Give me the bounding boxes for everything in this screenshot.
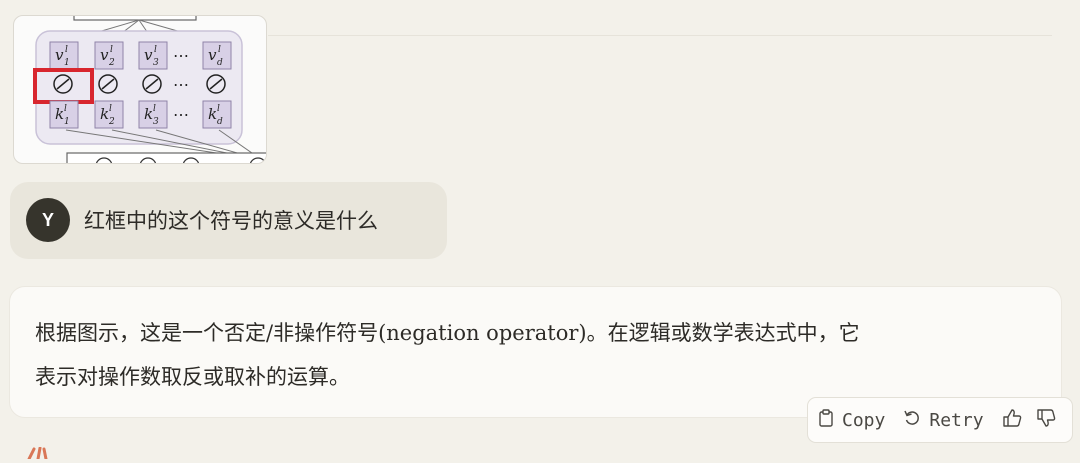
ellipsis: ⋯ [173,75,189,94]
retry-label: Retry [929,409,984,431]
cell-sub: 1 [64,117,70,127]
cell-label: v [144,46,153,64]
cell-label: k [208,105,217,123]
diagram-figure: v v v v l l l l 1 2 3 d ⋯ ⋯ k k k k l l … [33,16,266,163]
cell-sup: l [154,45,157,55]
divider [268,35,1052,36]
cell-label: v [55,46,64,64]
cell-label: k [144,105,153,123]
cell-sub: 3 [153,117,159,127]
message-actions: Copy Retry [807,397,1073,443]
cell-label: v [100,46,109,64]
cell-sup: l [153,104,156,114]
user-message: Y 红框中的这个符号的意义是什么 [10,182,447,259]
cell-label: v [208,46,217,64]
diagram-top-box [73,16,197,21]
diagram-bottom-row: k k k k l l l l 1 2 3 d ⋯ [49,100,232,129]
cell-sub: 2 [108,117,115,127]
assistant-line: 根据图示，这是一个否定/非操作符号(negation operator)。在逻辑… [35,321,860,345]
clipboard-icon [818,408,834,432]
copy-label: Copy [842,409,886,431]
cell-sup: l [217,104,220,114]
avatar-initial: Y [41,209,54,230]
cell-label: k [100,105,109,123]
cell-sub: 1 [64,58,70,68]
thumbs-up-button[interactable] [1002,408,1022,432]
avatar: Y [26,198,70,242]
copy-button[interactable]: Copy [818,408,886,432]
cell-sup: l [218,45,221,55]
assistant-line: 表示对操作数取反或取补的运算。 [35,365,350,389]
retry-icon [903,409,921,432]
cell-sup: l [110,45,113,55]
attached-image[interactable]: v v v v l l l l 1 2 3 d ⋯ ⋯ k k k k l l … [13,15,267,164]
cell-sup: l [64,104,67,114]
assistant-message-text: 根据图示，这是一个否定/非操作符号(negation operator)。在逻辑… [35,311,1035,399]
cell-sub: 2 [108,58,115,68]
ellipsis: ⋯ [173,46,189,65]
cell-sup: l [65,45,68,55]
thumbs-down-button[interactable] [1036,408,1056,432]
cell-sub: 3 [153,58,159,68]
cell-label: k [55,105,64,123]
ellipsis: ⋯ [173,105,189,124]
thumbs-down-icon [1036,408,1056,432]
thumbs-up-icon [1002,408,1022,432]
diagram-top-row: v v v v l l l l 1 2 3 d ⋯ [49,41,232,70]
cell-sub: d [217,58,223,68]
user-message-text: 红框中的这个符号的意义是什么 [84,209,378,233]
retry-button[interactable]: Retry [903,409,984,432]
cell-sup: l [109,104,112,114]
cell-sub: d [217,117,223,127]
